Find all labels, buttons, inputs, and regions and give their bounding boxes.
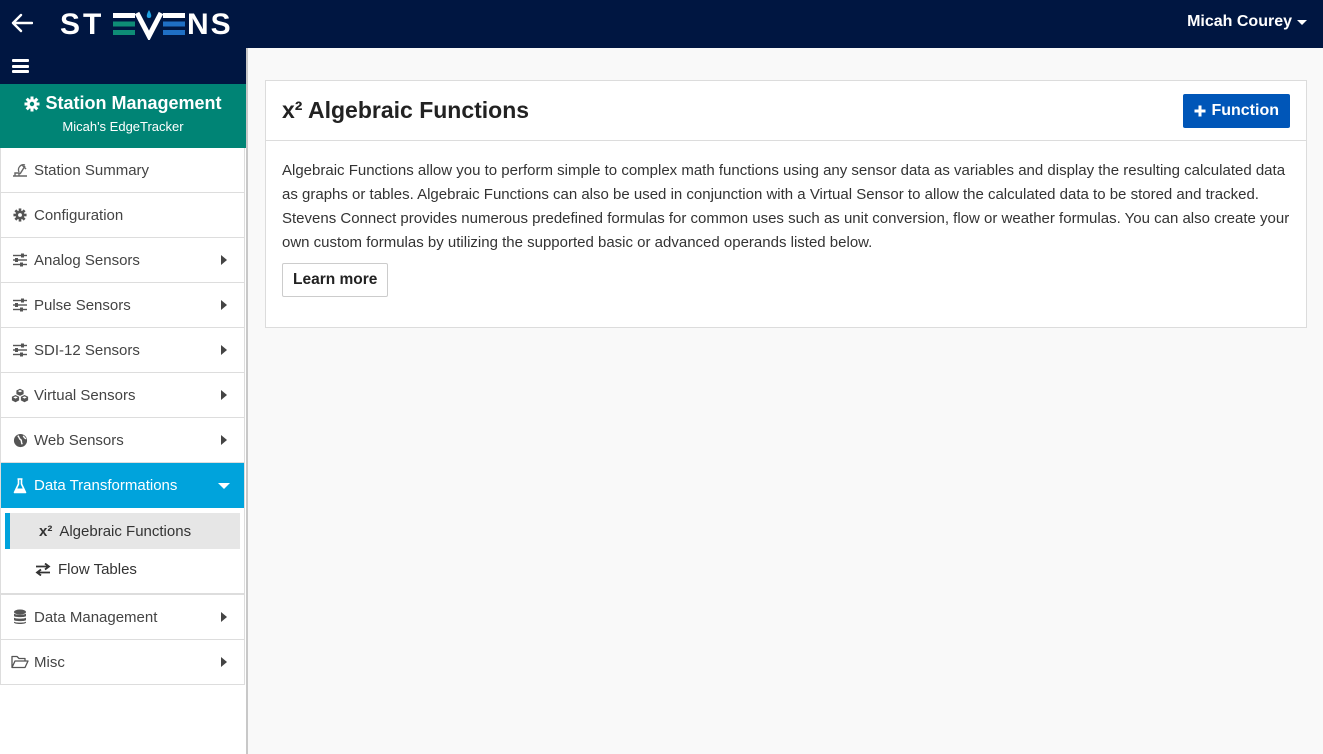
description-text: Algebraic Functions allow you to perform… — [282, 162, 1290, 251]
sidebar-item-configuration[interactable]: Configuration — [1, 193, 244, 238]
sidebar-nav: Station Summary Configuration Analog Sen… — [0, 148, 245, 685]
station-title: Station Management — [45, 93, 222, 113]
caret-right-icon — [221, 435, 227, 445]
sidebar-item-label: Pulse Sensors — [34, 296, 131, 314]
globe-icon — [11, 431, 29, 449]
caret-down-icon — [218, 483, 230, 489]
hamburger-icon — [12, 59, 29, 73]
caret-right-icon — [221, 255, 227, 265]
stevens-logo[interactable]: ST NS — [60, 8, 238, 40]
superscript-icon: x² — [39, 522, 53, 540]
user-menu[interactable]: Micah Courey — [1187, 13, 1307, 31]
sidebar-item-label: Configuration — [34, 206, 124, 224]
sidebar-item-label: Misc — [34, 653, 65, 671]
folder-open-icon — [11, 653, 29, 671]
sidebar-item-station-summary[interactable]: Station Summary — [1, 148, 244, 193]
sidebar-subitem-label: Algebraic Functions — [59, 522, 192, 540]
gear-icon — [24, 96, 40, 111]
exchange-icon — [35, 562, 51, 576]
add-function-button[interactable]: Function — [1183, 94, 1290, 128]
sidebar-subitem-algebraic-functions[interactable]: x² Algebraic Functions — [5, 513, 240, 549]
flask-icon — [11, 477, 29, 495]
user-name: Micah Courey — [1187, 13, 1292, 30]
data-transformations-submenu: x² Algebraic Functions Flow Tables — [1, 508, 244, 595]
sidebar-item-pulse-sensors[interactable]: Pulse Sensors — [1, 283, 244, 328]
svg-text:NS: NS — [187, 8, 233, 40]
sidebar-item-label: Data Management — [34, 608, 158, 626]
caret-right-icon — [221, 612, 227, 622]
sidebar-item-label: SDI-12 Sensors — [34, 341, 140, 359]
sidebar-item-label: Station Summary — [34, 161, 150, 179]
sidebar-item-label: Analog Sensors — [34, 251, 140, 269]
card-header: x² Algebraic Functions Function — [266, 81, 1306, 141]
sidebar-subitem-flow-tables[interactable]: Flow Tables — [5, 551, 240, 587]
page-title: x² Algebraic Functions — [282, 97, 530, 123]
svg-text:ST: ST — [60, 8, 104, 40]
caret-right-icon — [221, 657, 227, 667]
sidebar-toggle-button[interactable] — [0, 48, 246, 84]
sidebar-item-virtual-sensors[interactable]: Virtual Sensors — [1, 373, 244, 418]
algebraic-functions-card: x² Algebraic Functions Function Algebrai… — [265, 80, 1307, 328]
caret-down-icon — [1297, 19, 1307, 25]
sidebar-item-sdi12-sensors[interactable]: SDI-12 Sensors — [1, 328, 244, 373]
sliders-icon — [11, 296, 29, 314]
sidebar-item-data-management[interactable]: Data Management — [1, 595, 244, 640]
card-body: Algebraic Functions allow you to perform… — [266, 141, 1306, 315]
sidebar-item-web-sensors[interactable]: Web Sensors — [1, 418, 244, 463]
database-icon — [11, 608, 29, 626]
sidebar-item-analog-sensors[interactable]: Analog Sensors — [1, 238, 244, 283]
cubes-icon — [11, 386, 29, 404]
sliders-icon — [11, 251, 29, 269]
learn-more-button[interactable]: Learn more — [282, 263, 389, 297]
arrow-left-icon — [11, 13, 33, 33]
logo-e-stripes — [113, 13, 135, 35]
top-navbar: ST NS Micah Courey — [0, 0, 1323, 48]
station-name: Micah's EdgeTracker — [62, 119, 184, 134]
caret-right-icon — [221, 300, 227, 310]
sidebar-item-label: Web Sensors — [34, 431, 124, 449]
add-function-label: Function — [1211, 102, 1279, 119]
sidebar-subitem-label: Flow Tables — [58, 560, 137, 578]
sidebar: Station Management Micah's EdgeTracker S… — [0, 48, 248, 754]
sidebar-item-label: Virtual Sensors — [34, 386, 136, 404]
gear-icon — [11, 206, 29, 224]
sidebar-item-data-transformations[interactable]: Data Transformations — [1, 463, 244, 508]
caret-right-icon — [221, 390, 227, 400]
sidebar-item-misc[interactable]: Misc — [1, 640, 244, 685]
caret-right-icon — [221, 345, 227, 355]
sidebar-item-label: Data Transformations — [34, 477, 178, 494]
plus-icon — [1194, 105, 1206, 117]
sliders-icon — [11, 341, 29, 359]
station-header: Station Management Micah's EdgeTracker — [0, 84, 246, 148]
satellite-dish-icon — [11, 161, 29, 179]
back-button[interactable] — [8, 9, 36, 37]
